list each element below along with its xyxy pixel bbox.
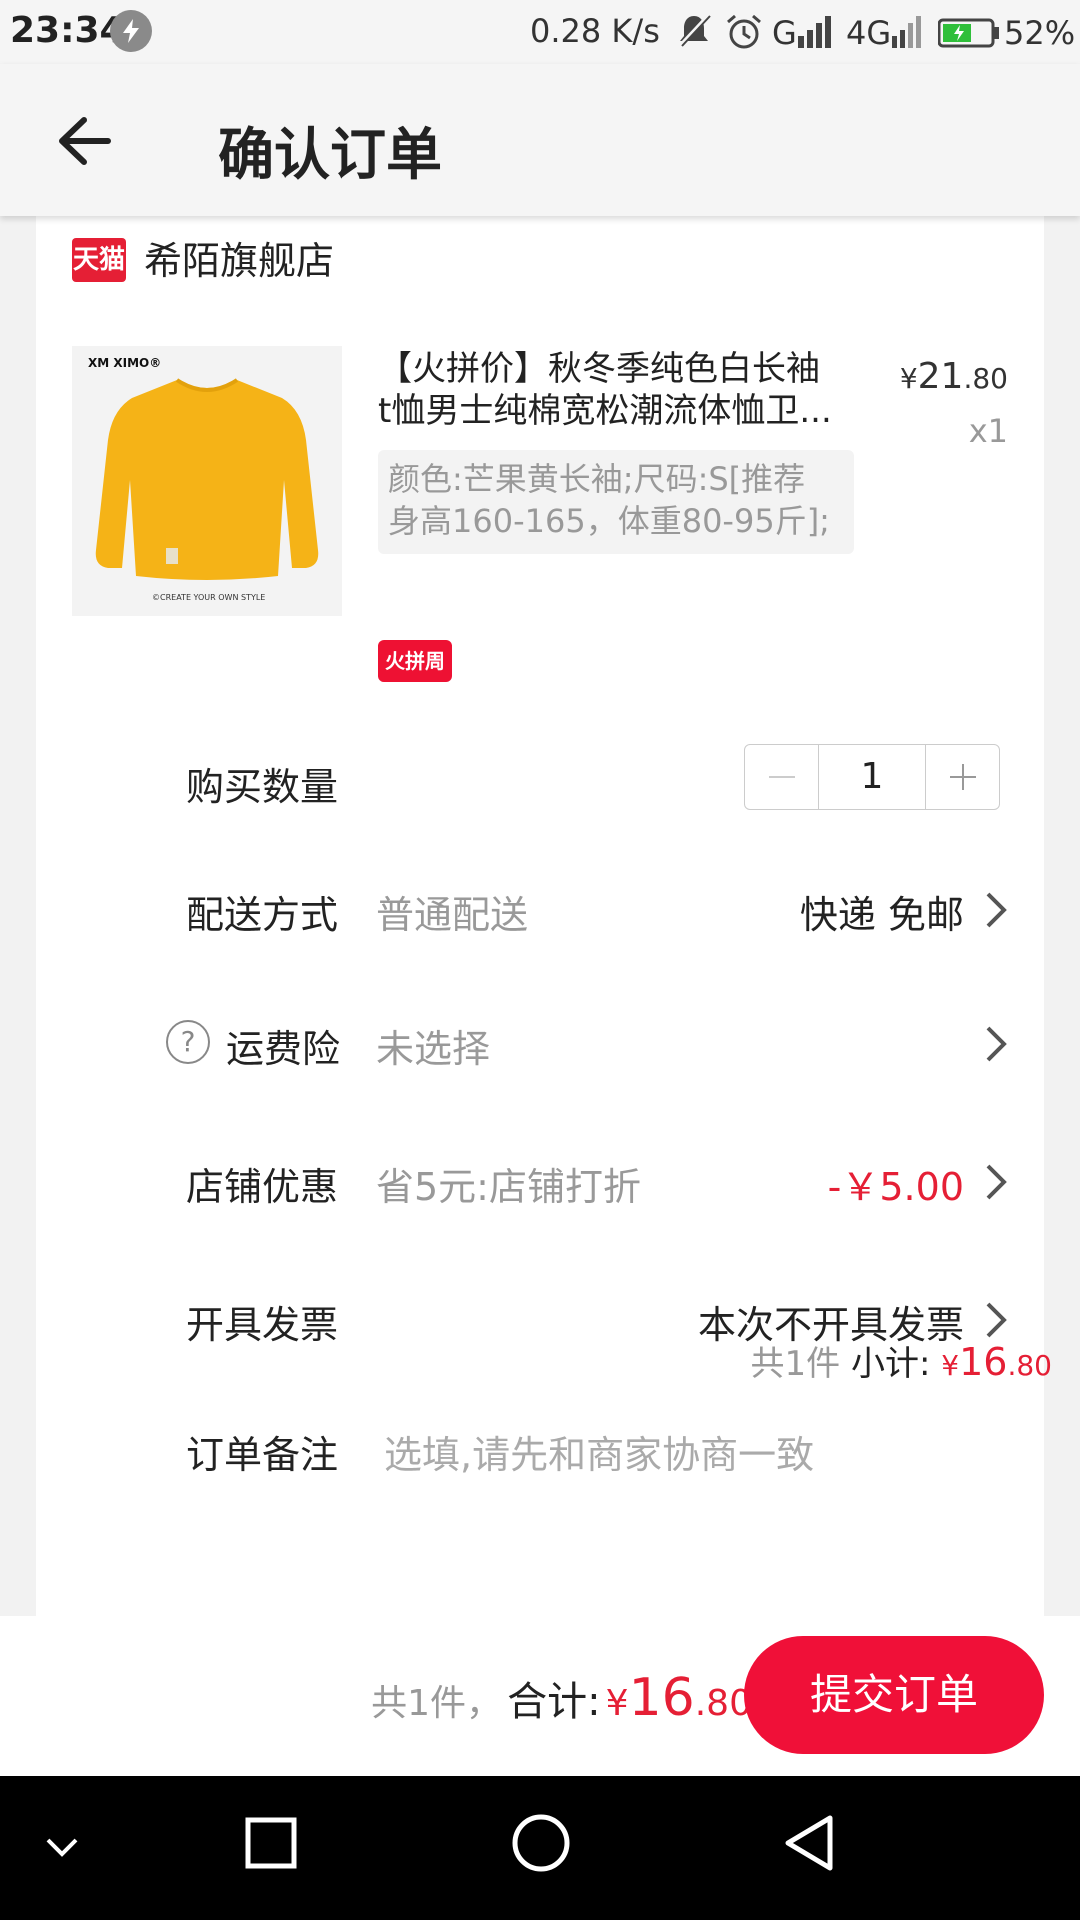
brand-label: XM XIMO® <box>88 356 162 370</box>
tmall-badge: 天猫 <box>72 238 126 282</box>
subtotal-count: 共1件 <box>750 1344 841 1384</box>
delivery-method: 普通配送 <box>376 893 529 937</box>
decrease-button[interactable] <box>745 745 819 809</box>
slogan-label: ©CREATE YOUR OWN STYLE <box>152 593 266 602</box>
subtotal-decimal: .80 <box>1007 1349 1052 1382</box>
tshirt-image <box>95 378 319 580</box>
alarm-icon <box>724 12 764 56</box>
invoice-label: 开具发票 <box>186 1303 339 1347</box>
quantity-stepper: 1 <box>744 744 1000 810</box>
total-count: 共1件， <box>371 1683 502 1724</box>
checkout-bar: 共1件， 合计: ¥16.80 提交订单 <box>0 1616 1080 1776</box>
insurance-value: 未选择 <box>376 1027 491 1071</box>
chevron-right-icon <box>986 1026 1007 1062</box>
product-title[interactable]: 【火拼价】秋冬季纯色白长袖 t恤男士纯棉宽松潮流体恤卫... <box>378 348 868 432</box>
discount-desc: 省5元:店铺打折 <box>376 1165 641 1209</box>
product-title-line-2: t恤男士纯棉宽松潮流体恤卫... <box>378 391 832 431</box>
status-time: 23:34 <box>10 10 125 51</box>
delivery-row[interactable]: 配送方式 普通配送 快递 免邮 <box>36 860 1044 970</box>
shop-name[interactable]: 希陌旗舰店 <box>144 238 334 284</box>
back-triangle-icon[interactable] <box>780 1812 842 1874</box>
mute-bell-icon <box>676 12 712 54</box>
submit-order-button[interactable]: 提交订单 <box>744 1636 1044 1754</box>
price-integer: 21 <box>917 356 964 397</box>
sku-line-2: 身高160-165，体重80-95斤]; <box>388 502 830 540</box>
total-label: 合计: <box>507 1679 601 1725</box>
battery-icon <box>937 18 1000 52</box>
signal-icon-4g: 4G <box>846 12 930 54</box>
network-speed: 0.28 K/s <box>530 12 660 50</box>
quantity-value[interactable]: 1 <box>819 745 925 809</box>
battery-percent: 52% <box>1004 14 1076 52</box>
back-arrow-icon[interactable] <box>56 116 112 166</box>
product-quantity: x1 <box>968 412 1008 450</box>
chevron-right-icon <box>986 892 1007 928</box>
discount-amount: -￥5.00 <box>827 1165 964 1209</box>
product-thumbnail[interactable]: XM XIMO® ©CREATE YOUR OWN STYLE <box>72 346 342 616</box>
svg-text:G: G <box>772 14 797 50</box>
charging-bolt-icon <box>110 10 152 52</box>
product-price: ¥21.80 <box>900 356 1008 397</box>
chevron-right-icon <box>986 1302 1007 1338</box>
signal-icon-1: G <box>772 12 842 54</box>
note-input[interactable]: 选填,请先和商家协商一致 <box>384 1424 814 1479</box>
shop-subtotal: 共1件 小计: ¥16.80 <box>751 1336 1052 1385</box>
delivery-label: 配送方式 <box>186 893 339 937</box>
promo-tag: 火拼周 <box>378 640 452 682</box>
subtotal-amount: ¥16.80 <box>941 1340 1052 1384</box>
system-nav-bar <box>0 1776 1080 1920</box>
subtotal-integer: 16 <box>959 1340 1008 1384</box>
price-currency: ¥ <box>899 362 918 395</box>
product-title-line-1: 【火拼价】秋冬季纯色白长袖 <box>378 349 820 389</box>
insurance-label: 运费险 <box>226 1027 341 1071</box>
app-header: 确认订单 <box>0 64 1080 216</box>
status-bar: 23:34 0.28 K/s G 4G 52% <box>0 0 1080 64</box>
increase-button[interactable] <box>925 745 999 809</box>
total-integer: 16 <box>628 1668 695 1728</box>
recent-apps-icon[interactable] <box>244 1816 300 1872</box>
total-currency: ¥ <box>605 1683 629 1724</box>
discount-row[interactable]: 店铺优惠 省5元:店铺打折 -￥5.00 <box>36 1134 1044 1244</box>
chevron-right-icon <box>986 1164 1007 1200</box>
price-decimal: .80 <box>963 362 1008 395</box>
subtotal-currency: ¥ <box>941 1349 960 1382</box>
collapse-chevron-icon[interactable] <box>42 1828 82 1868</box>
delivery-option: 快递 免邮 <box>799 893 964 937</box>
note-label: 订单备注 <box>186 1433 339 1477</box>
discount-label: 店铺优惠 <box>186 1165 339 1209</box>
order-card: 天猫 希陌旗舰店 XM XIMO® ©CREATE YOUR OWN STYLE… <box>36 216 1044 1616</box>
page-title: 确认订单 <box>218 123 442 188</box>
total-amount: ¥16.80 <box>606 1668 752 1728</box>
sku-line-1: 颜色:芒果黄长袖;尺码:S[推荐 <box>388 460 806 498</box>
sku-info[interactable]: 颜色:芒果黄长袖;尺码:S[推荐 身高160-165，体重80-95斤]; <box>378 450 854 554</box>
svg-text:4G: 4G <box>846 14 891 50</box>
help-icon[interactable]: ? <box>166 1020 210 1064</box>
note-row: 订单备注 选填,请先和商家协商一致 <box>36 1400 1044 1510</box>
subtotal-label: 小计: <box>851 1344 931 1384</box>
insurance-row[interactable]: ? 运费险 未选择 <box>36 996 1044 1106</box>
home-icon[interactable] <box>510 1812 572 1874</box>
quantity-row: 购买数量 1 <box>36 744 1044 854</box>
quantity-label: 购买数量 <box>186 765 339 809</box>
total-summary: 共1件， 合计: ¥16.80 <box>371 1668 752 1728</box>
